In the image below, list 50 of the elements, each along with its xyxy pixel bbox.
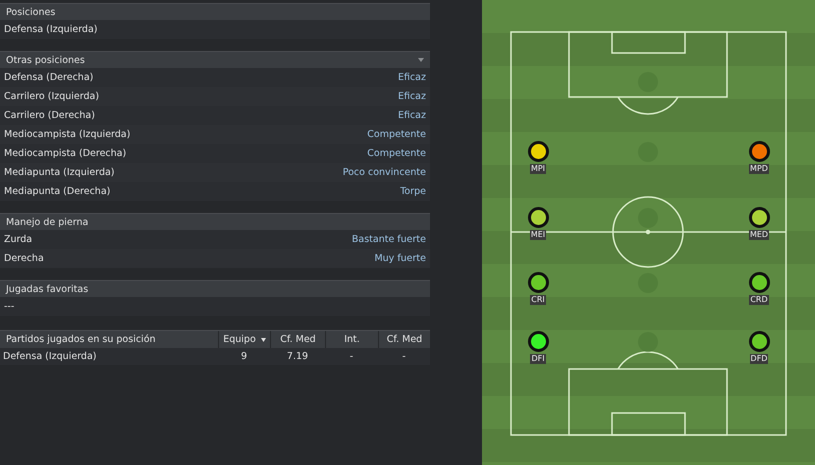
rating-value: Eficaz [398, 72, 426, 83]
position-marker[interactable] [528, 331, 548, 352]
empty-slot-icon [638, 332, 658, 352]
rating-value: Bastante fuerte [352, 234, 426, 245]
table-cell-text: 7.19 [286, 350, 310, 364]
rating-value: Competente [367, 129, 426, 140]
section-title: Manejo de pierna [6, 216, 88, 228]
row-label: Mediapunta (Izquierda) [4, 167, 114, 178]
position-marker[interactable] [748, 272, 770, 293]
dropdown-icon[interactable] [418, 58, 424, 62]
table-cell-text: Defensa (Izquierda) [2, 350, 98, 364]
row-label: Mediocampista (Izquierda) [4, 129, 130, 140]
position-code: CRD [749, 295, 769, 305]
row-label: Defensa (Izquierda) [4, 24, 98, 35]
section-title: Jugadas favoritas [6, 284, 88, 294]
table-cell-text: - [348, 350, 354, 364]
row-label: Carrilero (Izquierda) [4, 91, 100, 102]
empty-slot-icon [638, 208, 658, 228]
position-code: CRI [530, 295, 546, 305]
rating-value: Eficaz [398, 110, 426, 121]
row-label: Carrilero (Derecha) [4, 110, 95, 121]
position-marker[interactable] [528, 141, 548, 162]
rating-value: Eficaz [398, 91, 426, 102]
position-code: MPD [749, 164, 769, 174]
section-title: Otras posiciones [6, 54, 85, 66]
row-label: Zurda [4, 234, 32, 245]
column-header[interactable]: Partidos jugados en su posición [0, 331, 218, 348]
position-marker[interactable] [528, 272, 548, 293]
position-code: DFI [530, 354, 546, 364]
rating-value: Muy fuerte [374, 253, 426, 264]
position-marker[interactable] [748, 207, 770, 228]
table-cell-text: 9 [240, 350, 248, 364]
rating-value: Poco convincente [342, 167, 426, 178]
position-marker[interactable] [528, 207, 548, 228]
row-label: Derecha [4, 253, 44, 264]
position-code: DFD [750, 354, 768, 364]
section-title: Posiciones [6, 6, 56, 18]
sort-caret-icon [260, 338, 266, 342]
row-label: --- [4, 301, 14, 312]
position-code: MEI [530, 230, 546, 240]
position-marker[interactable] [748, 331, 770, 352]
row-label: Mediocampista (Derecha) [4, 148, 126, 159]
rating-value: Torpe [400, 186, 426, 197]
row-label: Mediapunta (Derecha) [4, 186, 110, 197]
position-code: MPI [530, 164, 546, 174]
table-cell-text: - [401, 350, 407, 364]
row-label: Defensa (Derecha) [4, 72, 94, 83]
rating-value: Competente [367, 148, 426, 159]
position-code: MED [748, 230, 770, 240]
position-marker[interactable] [748, 141, 770, 162]
